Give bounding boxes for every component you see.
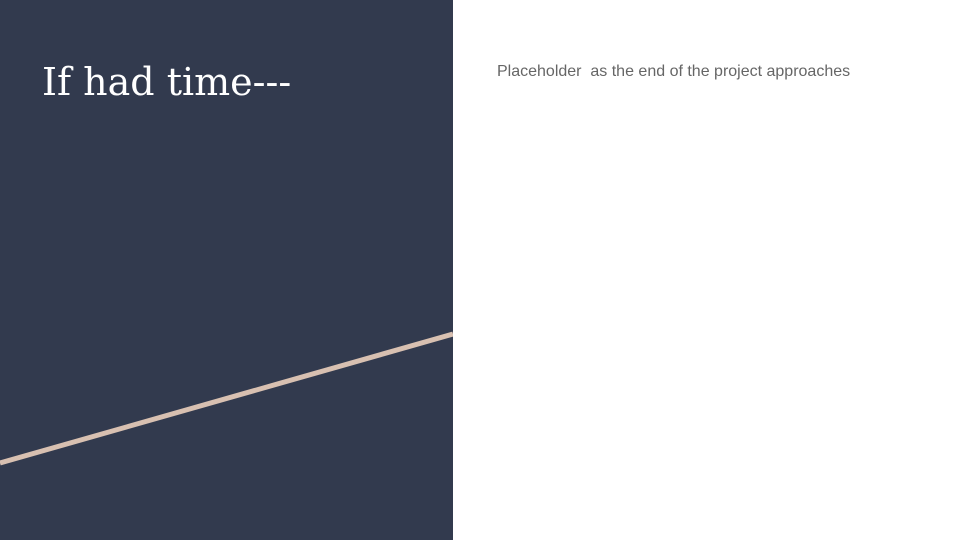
- slide-body-text: Placeholder as the end of the project ap…: [497, 63, 851, 80]
- slide-title: If had time---: [42, 60, 292, 104]
- slide: If had time--- Placeholder as the end of…: [0, 0, 960, 540]
- left-panel: If had time---: [0, 0, 453, 540]
